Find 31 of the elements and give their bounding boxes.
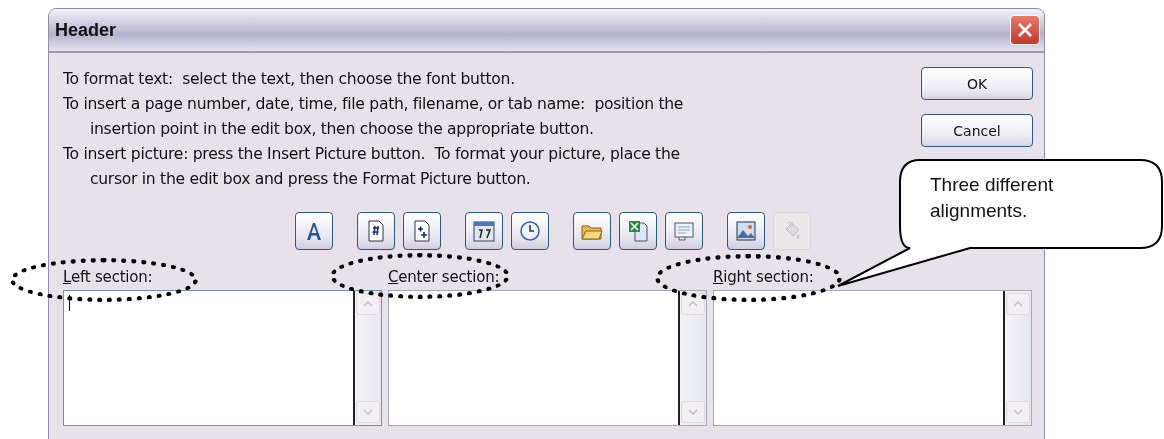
calendar-icon xyxy=(472,219,496,243)
window-title: Header xyxy=(55,19,117,41)
date-button[interactable] xyxy=(465,212,503,250)
picture-button[interactable] xyxy=(727,212,765,250)
sheet-tab-icon xyxy=(672,219,696,243)
time-button[interactable] xyxy=(511,212,549,250)
filename-button[interactable] xyxy=(619,212,657,250)
vertical-scrollbar[interactable] xyxy=(355,291,381,425)
instruction-text: To format text: select the text, then choose the font button. xyxy=(63,69,516,90)
section-label: Left section: xyxy=(63,268,154,288)
section-edit-box[interactable] xyxy=(63,290,382,426)
vertical-scrollbar[interactable] xyxy=(1005,291,1031,425)
section-label: Right section: xyxy=(713,268,815,288)
picture-icon xyxy=(734,219,758,243)
cancel-button[interactable]: Cancel xyxy=(921,114,1033,147)
sheet-name-button[interactable] xyxy=(665,212,703,250)
page-count-button[interactable] xyxy=(403,212,441,250)
ok-button[interactable]: OK xyxy=(921,67,1033,100)
instruction-text: To insert a page number, date, time, file path, filename, or tab name: position the insertion point in the edit box, then choose the appropriate button. xyxy=(63,94,685,140)
close-button[interactable] xyxy=(1010,15,1040,45)
page-number-button[interactable] xyxy=(357,212,395,250)
close-icon xyxy=(1016,21,1034,39)
clock-icon xyxy=(518,219,542,243)
font-button[interactable] xyxy=(295,212,333,250)
spreadsheet-file-icon xyxy=(626,219,650,243)
text-caret xyxy=(69,295,70,311)
section-label: Center section: xyxy=(388,268,501,288)
vertical-scrollbar[interactable] xyxy=(680,291,706,425)
callout-text: Three different alignments. xyxy=(930,173,1055,223)
file-path-button[interactable] xyxy=(573,212,611,250)
instruction-text: To insert picture: press the Insert Picture button. To format your picture, place the cursor in the edit box and press the Format Picture button. xyxy=(63,144,681,190)
